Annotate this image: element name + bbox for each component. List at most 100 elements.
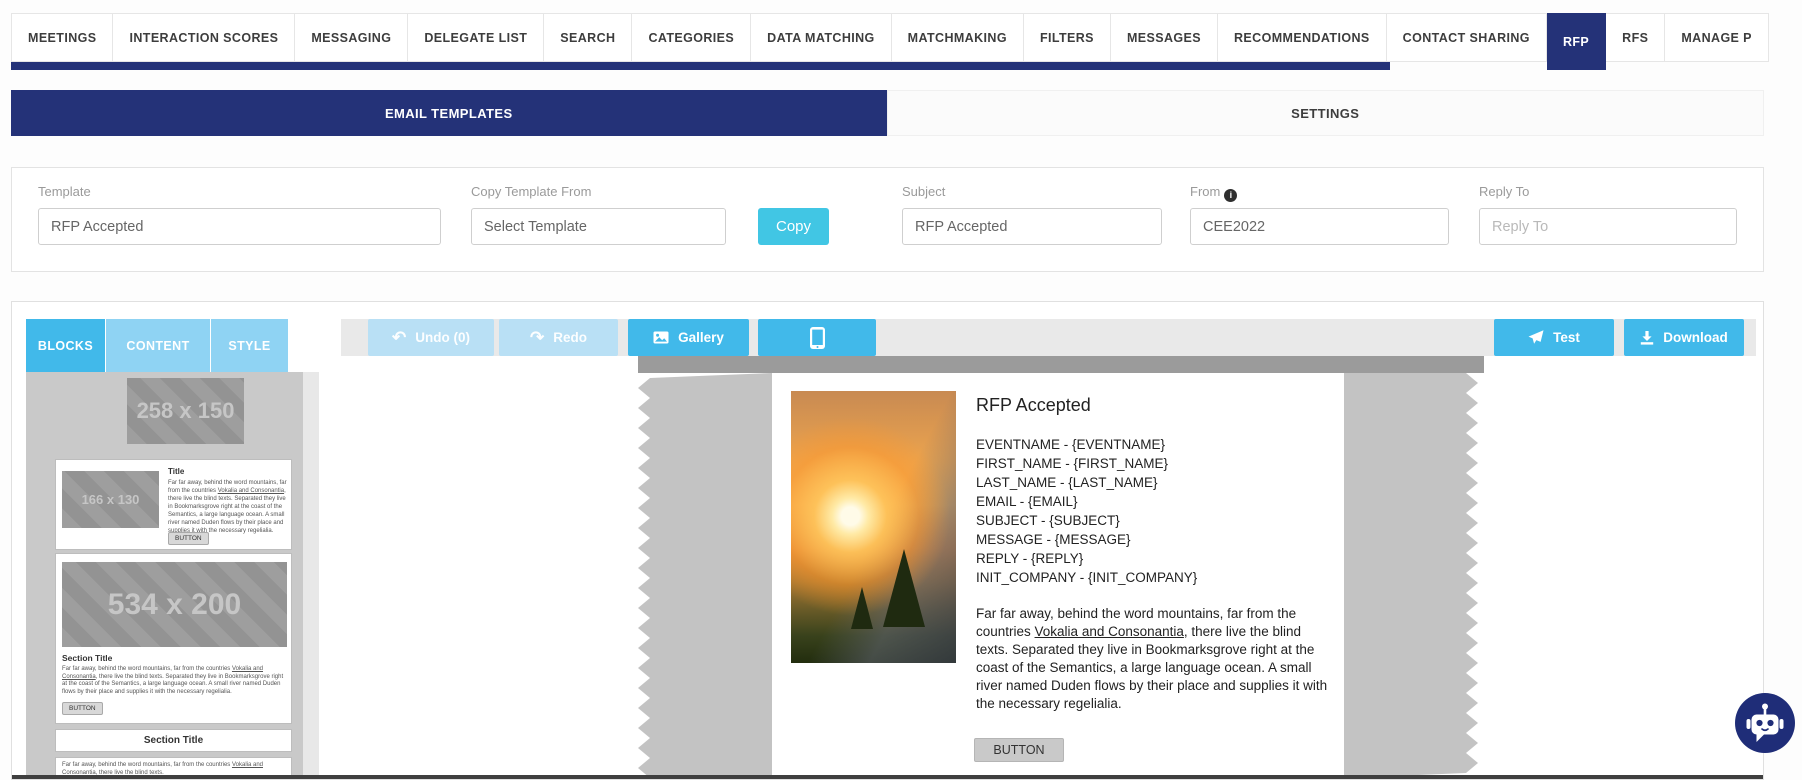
merge-field-line: LAST_NAME - {LAST_NAME} xyxy=(976,473,1197,492)
copy-button[interactable]: Copy xyxy=(758,208,829,245)
download-label: Download xyxy=(1663,330,1728,345)
lorem-prefix: Far far away, behind the word mountains,… xyxy=(62,762,232,768)
nav-tab-matchmaking[interactable]: MATCHMAKING xyxy=(892,13,1024,62)
rfp-email-template-page: MEETINGS INTERACTION SCORES MESSAGING DE… xyxy=(0,0,1802,780)
email-editor-panel: BLOCKS CONTENT STYLE ↶ Undo (0) ↷ Redo G… xyxy=(11,301,1764,780)
undo-button[interactable]: ↶ Undo (0) xyxy=(368,319,494,356)
undo-label: Undo (0) xyxy=(415,330,470,345)
gallery-label: Gallery xyxy=(678,330,724,345)
mobile-preview-button[interactable] xyxy=(758,319,876,356)
info-icon[interactable]: i xyxy=(1224,189,1237,202)
preview-paragraph[interactable]: Far far away, behind the word mountains,… xyxy=(976,605,1328,713)
preview-cta-button[interactable]: BUTTON xyxy=(974,738,1064,762)
merge-field-line: FIRST_NAME - {FIRST_NAME} xyxy=(976,454,1197,473)
lorem-prefix: Far far away, behind the word mountains,… xyxy=(62,666,232,672)
tree-silhouette xyxy=(851,587,873,629)
preview-top-strip xyxy=(638,356,1484,373)
merge-field-line: INIT_COMPANY - {INIT_COMPANY} xyxy=(976,568,1197,587)
sunset-photo[interactable] xyxy=(791,391,956,663)
block-item-text[interactable]: Far far away, behind the word mountains,… xyxy=(55,757,292,777)
nav-tab-categories[interactable]: CATEGORIES xyxy=(632,13,751,62)
merge-field-line: REPLY - {REPLY} xyxy=(976,549,1197,568)
block-item-image-text-button[interactable]: 166 x 130 Title Far far away, behind the… xyxy=(55,459,292,550)
nav-tab-meetings[interactable]: MEETINGS xyxy=(11,13,113,62)
nav-tab-search[interactable]: SEARCH xyxy=(544,13,632,62)
panel-bottom-edge xyxy=(12,775,1763,779)
tab-content[interactable]: CONTENT xyxy=(106,319,210,372)
editor-tab-bar: BLOCKS CONTENT STYLE xyxy=(26,319,289,372)
from-input[interactable] xyxy=(1190,208,1449,245)
block-item-section-image-text[interactable]: 534 x 200 Section Title Far far away, be… xyxy=(55,553,292,724)
block-thumb-image-placeholder: 166 x 130 xyxy=(62,471,159,528)
block-thumb-title: Title xyxy=(168,467,184,476)
lorem-suffix: , there live the blind texts. Separated … xyxy=(62,674,283,695)
nav-tab-recommendations[interactable]: RECOMMENDATIONS xyxy=(1218,13,1387,62)
redo-icon: ↷ xyxy=(530,329,544,346)
test-button[interactable]: Test xyxy=(1494,319,1614,356)
nav-tab-filters[interactable]: FILTERS xyxy=(1024,13,1111,62)
chatbot-launcher-button[interactable] xyxy=(1735,693,1795,753)
download-button[interactable]: Download xyxy=(1624,319,1744,356)
undo-icon: ↶ xyxy=(392,329,406,346)
template-form-panel: Template Copy Template From Copy Subject… xyxy=(11,167,1764,272)
sidebar-scroll-track[interactable] xyxy=(303,372,319,777)
reply-to-label: Reply To xyxy=(1479,184,1529,199)
nav-tab-rfs[interactable]: RFS xyxy=(1606,13,1665,62)
send-plane-icon xyxy=(1528,330,1544,345)
download-icon xyxy=(1640,331,1654,345)
top-navigation: MEETINGS INTERACTION SCORES MESSAGING DE… xyxy=(11,13,1769,62)
block-thumb-text: Far far away, behind the word mountains,… xyxy=(62,666,287,696)
merge-fields-list[interactable]: EVENTNAME - {EVENTNAME} FIRST_NAME - {FI… xyxy=(976,435,1197,587)
merge-field-line: EMAIL - {EMAIL} xyxy=(976,492,1197,511)
copy-template-from-select[interactable] xyxy=(471,208,726,245)
redo-label: Redo xyxy=(553,330,587,345)
gallery-icon xyxy=(653,331,669,344)
editor-toolbar: ↶ Undo (0) ↷ Redo Gallery xyxy=(341,319,1756,356)
block-thumb-text: Far far away, behind the word mountains,… xyxy=(168,479,288,535)
merge-field-line: EVENTNAME - {EVENTNAME} xyxy=(976,435,1197,454)
block-thumb-section-title: Section Title xyxy=(62,653,112,663)
nav-tab-data-matching[interactable]: DATA MATCHING xyxy=(751,13,892,62)
nav-tab-contact-sharing[interactable]: CONTACT SHARING xyxy=(1387,13,1547,62)
nav-tab-delegate-list[interactable]: DELEGATE LIST xyxy=(408,13,544,62)
lorem-link: Vokalia and Consonantia xyxy=(218,488,284,494)
merge-field-line: SUBJECT - {SUBJECT} xyxy=(976,511,1197,530)
lorem-suffix: , there live the blind texts. Separated … xyxy=(168,488,286,534)
blocks-sidebar: 258 x 150 166 x 130 Title Far far away, … xyxy=(26,372,303,777)
redo-button[interactable]: ↷ Redo xyxy=(499,319,618,356)
reply-to-input[interactable] xyxy=(1479,208,1737,245)
block-thumb-button: BUTTON xyxy=(168,532,209,545)
nav-tab-manage-p[interactable]: MANAGE P xyxy=(1665,13,1769,62)
block-thumb-section-title: Section Title xyxy=(144,735,203,746)
nav-active-underline xyxy=(11,62,1390,70)
tree-silhouette xyxy=(883,549,925,627)
subject-input[interactable] xyxy=(902,208,1162,245)
subject-label: Subject xyxy=(902,184,945,199)
tab-email-templates[interactable]: EMAIL TEMPLATES xyxy=(11,90,887,136)
template-label: Template xyxy=(38,184,91,199)
block-thumb-wide-image-placeholder: 534 x 200 xyxy=(62,562,287,647)
tab-style[interactable]: STYLE xyxy=(211,319,288,372)
merge-field-line: MESSAGE - {MESSAGE} xyxy=(976,530,1197,549)
block-item-banner-image[interactable]: 258 x 150 xyxy=(127,378,244,444)
tab-blocks[interactable]: BLOCKS xyxy=(26,319,105,372)
paragraph-link[interactable]: Vokalia and Consonantia xyxy=(1035,624,1184,639)
gallery-button[interactable]: Gallery xyxy=(628,319,749,356)
block-thumb-button: BUTTON xyxy=(62,702,103,715)
robot-icon xyxy=(1745,702,1785,744)
nav-tab-messaging[interactable]: MESSAGING xyxy=(295,13,408,62)
nav-tab-messages[interactable]: MESSAGES xyxy=(1111,13,1218,62)
torn-edge-right xyxy=(1344,373,1478,778)
torn-edge-left xyxy=(638,373,772,778)
from-label: Fromi xyxy=(1190,184,1237,202)
nav-tab-rfp[interactable]: RFP xyxy=(1547,13,1606,70)
block-item-section-title[interactable]: Section Title xyxy=(55,729,292,752)
preview-title[interactable]: RFP Accepted xyxy=(976,395,1091,416)
sub-navigation: EMAIL TEMPLATES SETTINGS xyxy=(11,90,1764,136)
email-preview-body[interactable]: RFP Accepted EVENTNAME - {EVENTNAME} FIR… xyxy=(772,373,1344,778)
nav-tab-interaction-scores[interactable]: INTERACTION SCORES xyxy=(113,13,295,62)
tab-settings[interactable]: SETTINGS xyxy=(887,90,1765,136)
from-label-text: From xyxy=(1190,184,1220,199)
test-label: Test xyxy=(1553,330,1580,345)
template-input[interactable] xyxy=(38,208,441,245)
